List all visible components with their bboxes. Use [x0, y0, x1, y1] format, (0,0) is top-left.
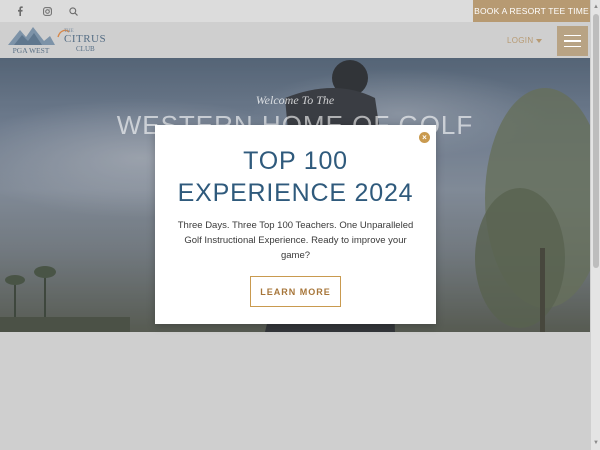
chevron-down-icon: [536, 38, 543, 43]
top-utility-bar: BOOK A RESORT TEE TIME: [0, 0, 590, 22]
hamburger-line: [564, 45, 581, 48]
close-icon[interactable]: ×: [419, 132, 430, 143]
mountains-icon: [8, 27, 55, 45]
citrus-logo-club: CLUB: [76, 45, 95, 53]
search-icon[interactable]: [62, 0, 84, 22]
learn-more-button[interactable]: LEARN MORE: [250, 276, 341, 307]
vertical-scrollbar[interactable]: ▲ ▼: [590, 0, 600, 450]
citrus-logo-main: CITRUS: [64, 33, 107, 45]
site-header: PGA WEST THE CITRUS CLUB: [0, 22, 590, 58]
hamburger-menu-button[interactable]: [557, 26, 588, 56]
instagram-icon[interactable]: [36, 0, 58, 22]
modal-body-text: Three Days. Three Top 100 Teachers. One …: [177, 220, 414, 261]
hamburger-line: [564, 34, 581, 37]
modal-title: TOP 100 EXPERIENCE 2024: [177, 147, 414, 207]
pga-west-logo[interactable]: PGA WEST: [6, 25, 56, 55]
scroll-down-arrow-icon[interactable]: ▼: [592, 438, 600, 448]
login-dropdown[interactable]: LOGIN: [507, 36, 543, 45]
book-tee-time-button[interactable]: BOOK A RESORT TEE TIME: [473, 0, 590, 22]
promo-modal: × TOP 100 EXPERIENCE 2024 Three Days. Th…: [155, 125, 436, 324]
facebook-icon[interactable]: [9, 0, 31, 22]
hero-welcome-text: Welcome To The: [255, 93, 335, 107]
scroll-up-arrow-icon[interactable]: ▲: [592, 2, 600, 12]
pga-west-logo-text: PGA WEST: [12, 46, 50, 55]
scrollbar-thumb[interactable]: [593, 14, 599, 268]
login-label: LOGIN: [507, 36, 534, 45]
lower-content-area: [0, 332, 590, 450]
citrus-club-logo[interactable]: THE CITRUS CLUB: [56, 25, 106, 55]
hamburger-line: [564, 40, 581, 42]
